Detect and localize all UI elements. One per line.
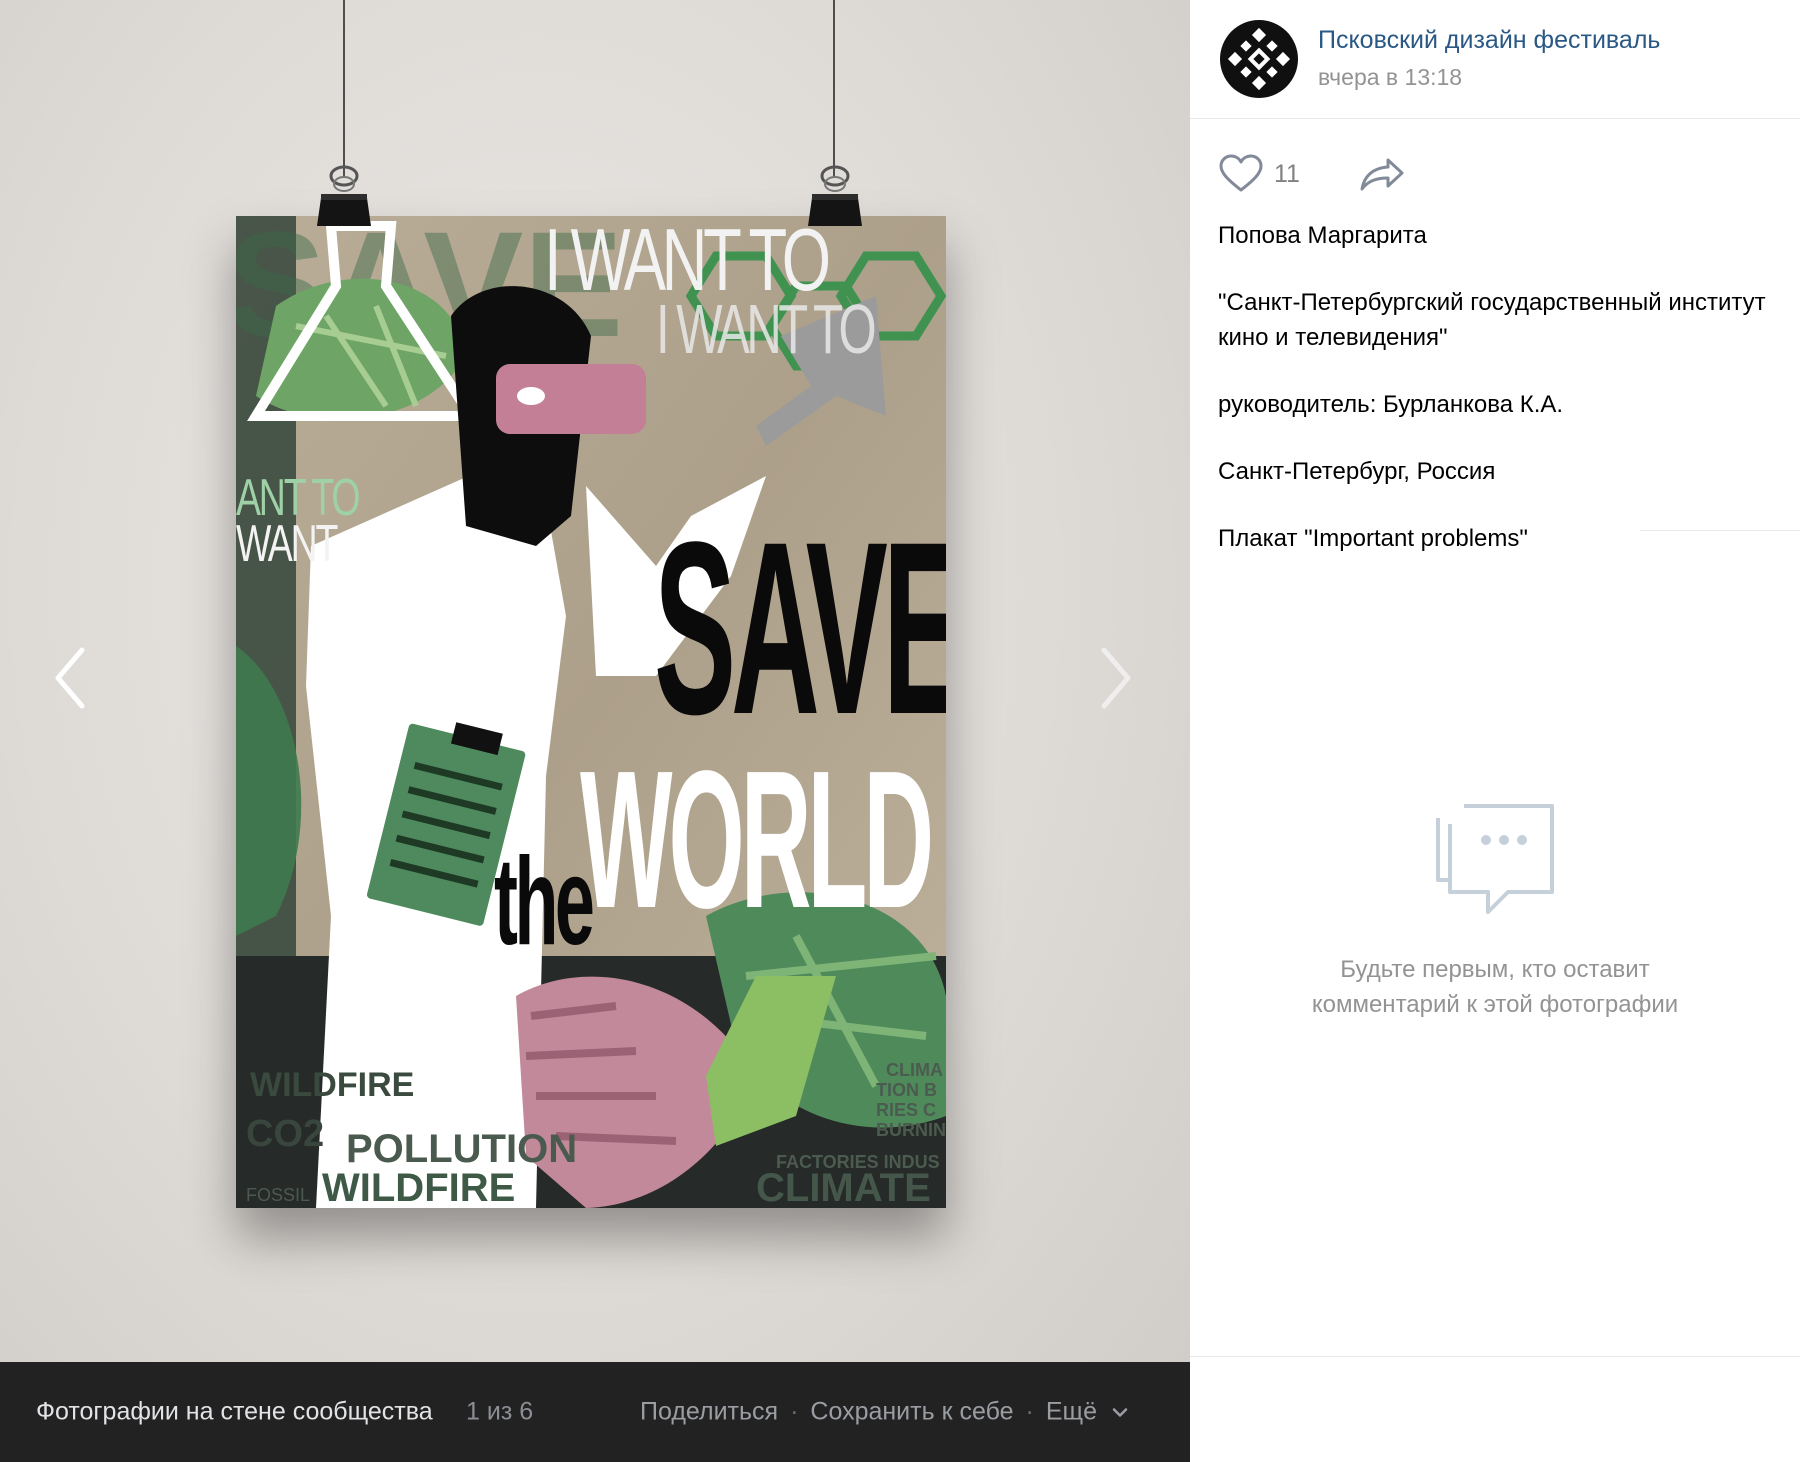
photo-actions: Поделиться · Сохранить к себе · Ещё	[640, 1398, 1128, 1427]
description-location: Санкт-Петербург, Россия	[1218, 458, 1496, 485]
binder-clip-right	[808, 165, 862, 226]
poster-heading-line-echo: I WANT TO	[656, 290, 877, 368]
chevron-left-icon	[55, 647, 85, 709]
photo-bottom-bar: Фотографии на стене сообщества 1 из 6 По…	[0, 1362, 1190, 1462]
more-menu-button[interactable]: Ещё	[1046, 1398, 1128, 1427]
poster-side-text-2: WANT	[236, 515, 338, 573]
share-button[interactable]	[1358, 156, 1406, 197]
post-timestamp[interactable]: вчера в 13:18	[1318, 64, 1462, 91]
svg-text:FACTORIES INDUS: FACTORIES INDUS	[776, 1152, 940, 1172]
description-supervisor: руководитель: Бурланкова К.А.	[1218, 391, 1564, 418]
separator-dot: ·	[790, 1397, 799, 1426]
chevron-down-icon	[1112, 1408, 1128, 1418]
hanging-wire-left	[343, 0, 345, 178]
separator-dot: ·	[1025, 1397, 1034, 1426]
svg-text:TION B: TION B	[876, 1080, 937, 1100]
album-title[interactable]: Фотографии на стене сообщества	[36, 1398, 433, 1427]
description-title: Плакат "Important problems"	[1218, 525, 1528, 552]
svg-text:CO2: CO2	[246, 1113, 324, 1155]
photo-counter: 1 из 6	[466, 1397, 534, 1426]
heart-icon	[1219, 154, 1263, 192]
poster-save-text: SAVE	[654, 491, 946, 766]
share-photo-link[interactable]: Поделиться	[640, 1398, 778, 1427]
description-institution: "Санкт-Петербургский государственный инс…	[1218, 289, 1766, 351]
photo-description: Попова Маргарита "Санкт-Петербургский го…	[1218, 218, 1778, 588]
group-name-link[interactable]: Псковский дизайн фестиваль	[1318, 26, 1660, 55]
svg-text:POLLUTION: POLLUTION	[346, 1127, 577, 1171]
description-divider	[1640, 530, 1800, 531]
svg-text:CLIMA: CLIMA	[886, 1060, 943, 1080]
previous-photo-button[interactable]	[46, 640, 102, 716]
chevron-right-icon	[1101, 647, 1131, 709]
next-photo-button[interactable]	[1086, 640, 1142, 716]
share-arrow-icon	[1360, 158, 1404, 191]
empty-comments-message: Будьте первым, кто оставит комментарий к…	[1311, 956, 1679, 1018]
comment-area-divider	[1190, 1356, 1800, 1357]
photo-info-panel: Псковский дизайн фестиваль вчера в 13:18…	[1190, 0, 1800, 1462]
ornament-logo-icon	[1227, 27, 1291, 91]
poster-image[interactable]: SAVE WILDFIRE CO2 POLLUTION WILDFIRE FOS…	[236, 216, 946, 1208]
svg-text:CLIMATE: CLIMATE	[756, 1166, 931, 1208]
binder-clip-left	[317, 165, 371, 226]
header-divider	[1190, 118, 1800, 119]
description-author: Попова Маргарита	[1218, 222, 1427, 249]
hanging-wire-right	[833, 0, 835, 178]
photo-viewer: SAVE WILDFIRE CO2 POLLUTION WILDFIRE FOS…	[0, 0, 1190, 1462]
svg-text:WILDFIRE: WILDFIRE	[322, 1166, 515, 1208]
svg-text:FOSSIL: FOSSIL	[246, 1185, 310, 1205]
svg-text:RIES C: RIES C	[876, 1100, 936, 1120]
poster-the-text: the	[494, 833, 595, 971]
poster-world-text: WORLD	[580, 730, 934, 949]
like-count: 11	[1274, 159, 1300, 188]
save-photo-link[interactable]: Сохранить к себе	[810, 1398, 1013, 1427]
like-button[interactable]: 11	[1218, 154, 1300, 194]
svg-text:BURNIN: BURNIN	[876, 1120, 946, 1140]
svg-text:WILDFIRE: WILDFIRE	[250, 1066, 414, 1104]
group-avatar[interactable]	[1220, 20, 1298, 98]
comments-bubble-icon	[1436, 804, 1554, 914]
more-label: Ещё	[1045, 1397, 1097, 1426]
